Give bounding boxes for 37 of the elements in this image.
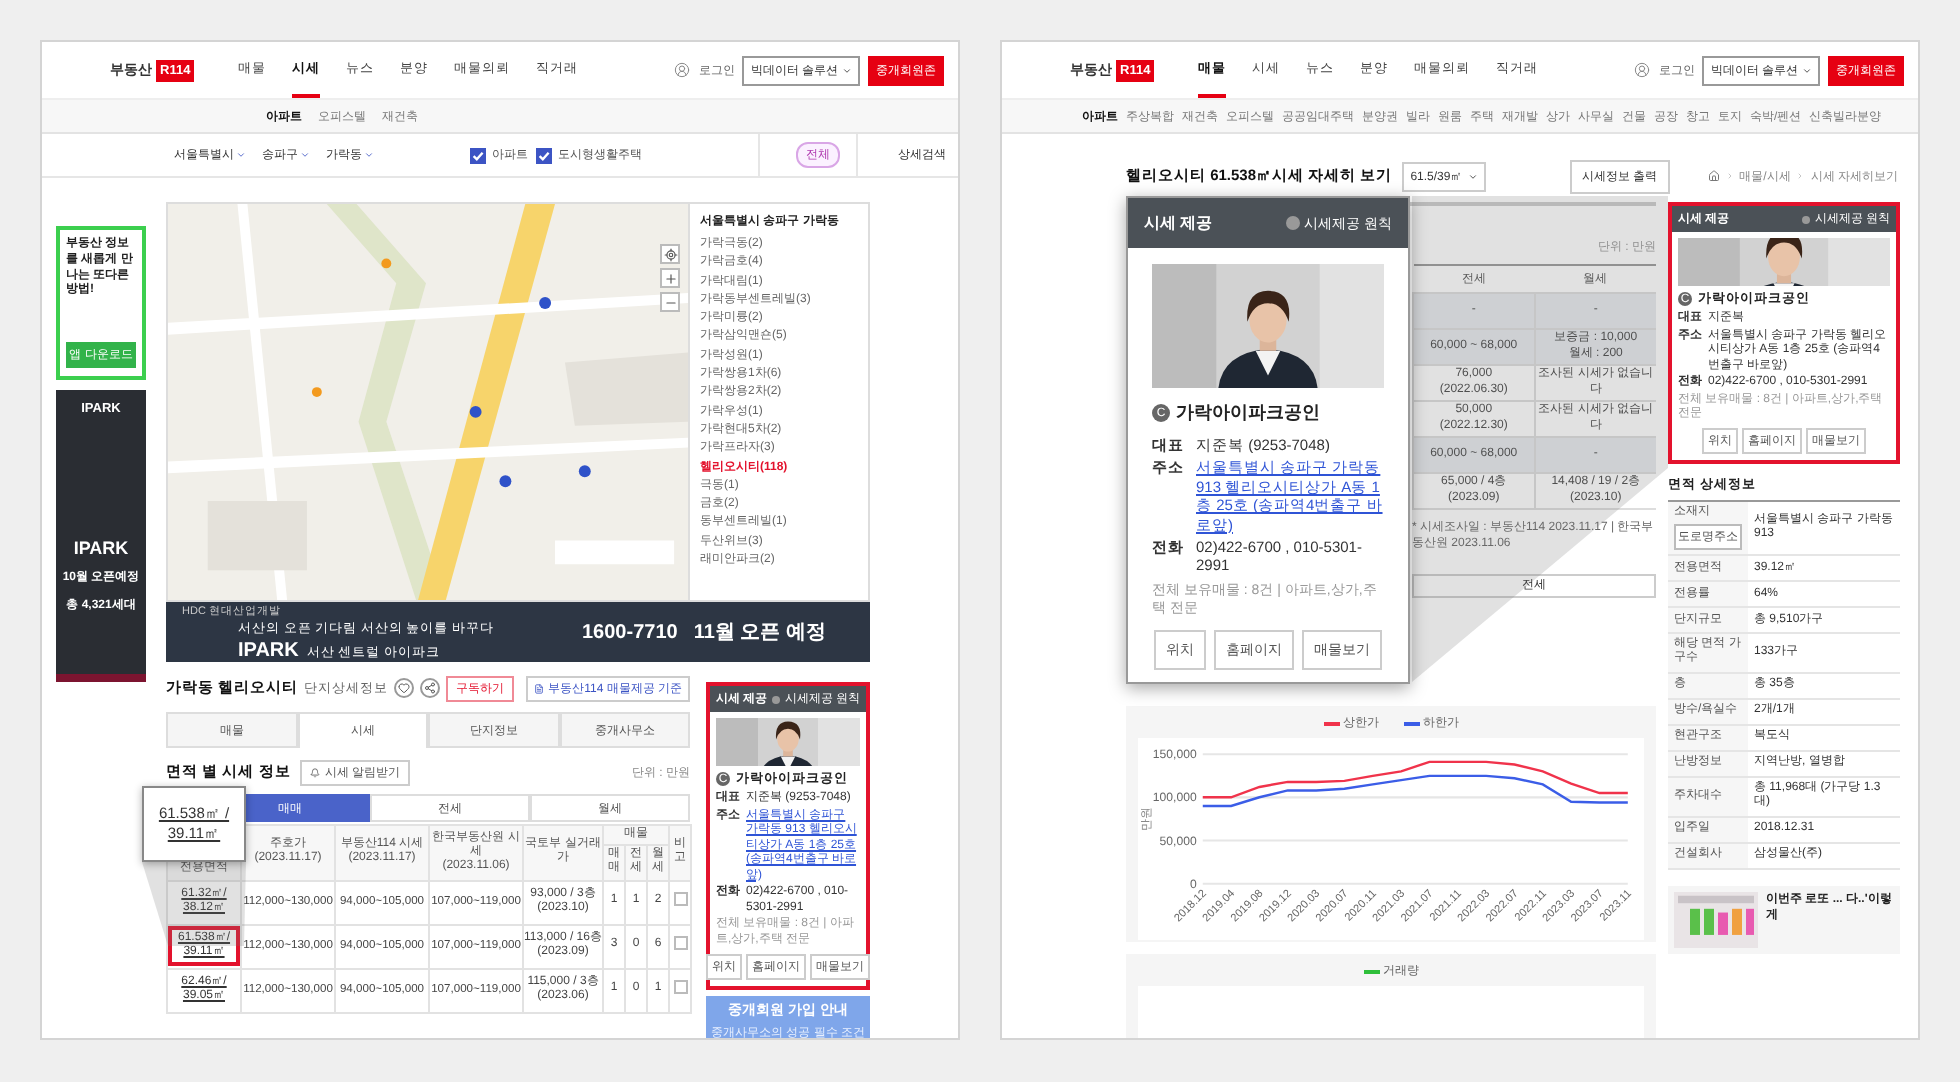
user-icon — [674, 62, 691, 78]
checkbox[interactable] — [536, 147, 552, 163]
caret-icon — [364, 150, 374, 160]
caret-icon — [1468, 171, 1479, 181]
bell-icon — [310, 767, 321, 777]
banner-phone: 1600-7710 — [582, 621, 678, 643]
share-button[interactable] — [420, 678, 441, 698]
locate-icon — [663, 247, 677, 261]
agency-name: 가락아이파크공인 — [1176, 400, 1320, 426]
info-icon — [1286, 216, 1301, 230]
plus-icon — [663, 271, 677, 285]
row-checkbox[interactable] — [673, 891, 688, 906]
row-checkbox[interactable] — [673, 935, 688, 950]
banner-open-date: 11월 오픈 예정 — [693, 620, 826, 646]
card-title: 시세 제공 — [1144, 212, 1213, 234]
heart-icon — [398, 682, 411, 694]
caret-icon — [300, 150, 310, 160]
banner-brand: IPARK — [238, 639, 299, 661]
info-icon — [1802, 215, 1811, 223]
caret-icon — [842, 65, 852, 75]
caret-icon — [1802, 65, 1812, 75]
legend-line-icon — [1403, 721, 1419, 725]
info-icon — [772, 695, 781, 703]
share-icon — [424, 682, 437, 694]
legend-line-icon — [1323, 721, 1339, 725]
zoom-in-button[interactable] — [660, 268, 680, 288]
zoom-out-button[interactable] — [660, 292, 680, 312]
home-icon — [1707, 170, 1720, 182]
favorite-button[interactable] — [394, 678, 415, 698]
row-checkbox[interactable] — [673, 979, 688, 994]
document-icon — [534, 683, 545, 693]
locate-button[interactable] — [660, 244, 680, 264]
legend-line-icon — [1363, 969, 1379, 973]
ad-brand: IPARK — [73, 538, 129, 558]
user-icon — [1634, 62, 1651, 78]
caret-icon — [236, 150, 246, 160]
checkbox[interactable] — [470, 147, 486, 163]
